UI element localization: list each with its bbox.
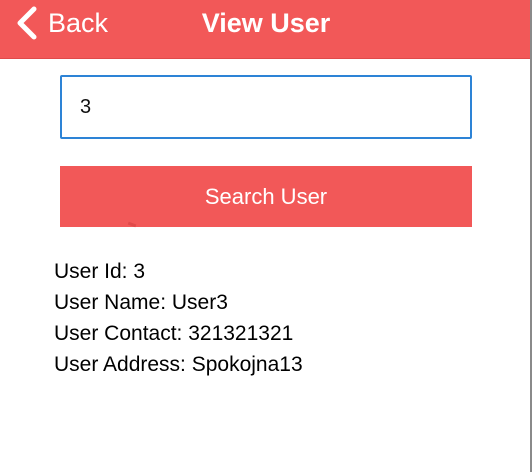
view-user-screen: View User Back Search User User Id: 3 Us… — [0, 0, 532, 472]
search-user-button-label: Search User — [204, 183, 328, 209]
user-details: User Id: 3 User Name: User3 User Contact… — [54, 256, 303, 380]
nav-bar: View User Back — [0, 0, 530, 59]
chevron-left-icon — [17, 6, 37, 40]
user-id-input[interactable] — [60, 75, 472, 139]
user-id-text: User Id: 3 — [54, 260, 146, 283]
back-label: Back — [48, 8, 109, 38]
search-user-button[interactable]: Search User — [60, 166, 472, 227]
user-address-text: User Address: Spokojna13 — [54, 353, 303, 376]
user-contact-text: User Contact: 321321321 — [54, 322, 294, 345]
user-name-text: User Name: User3 — [54, 291, 228, 314]
back-button[interactable]: Back — [14, 6, 108, 40]
